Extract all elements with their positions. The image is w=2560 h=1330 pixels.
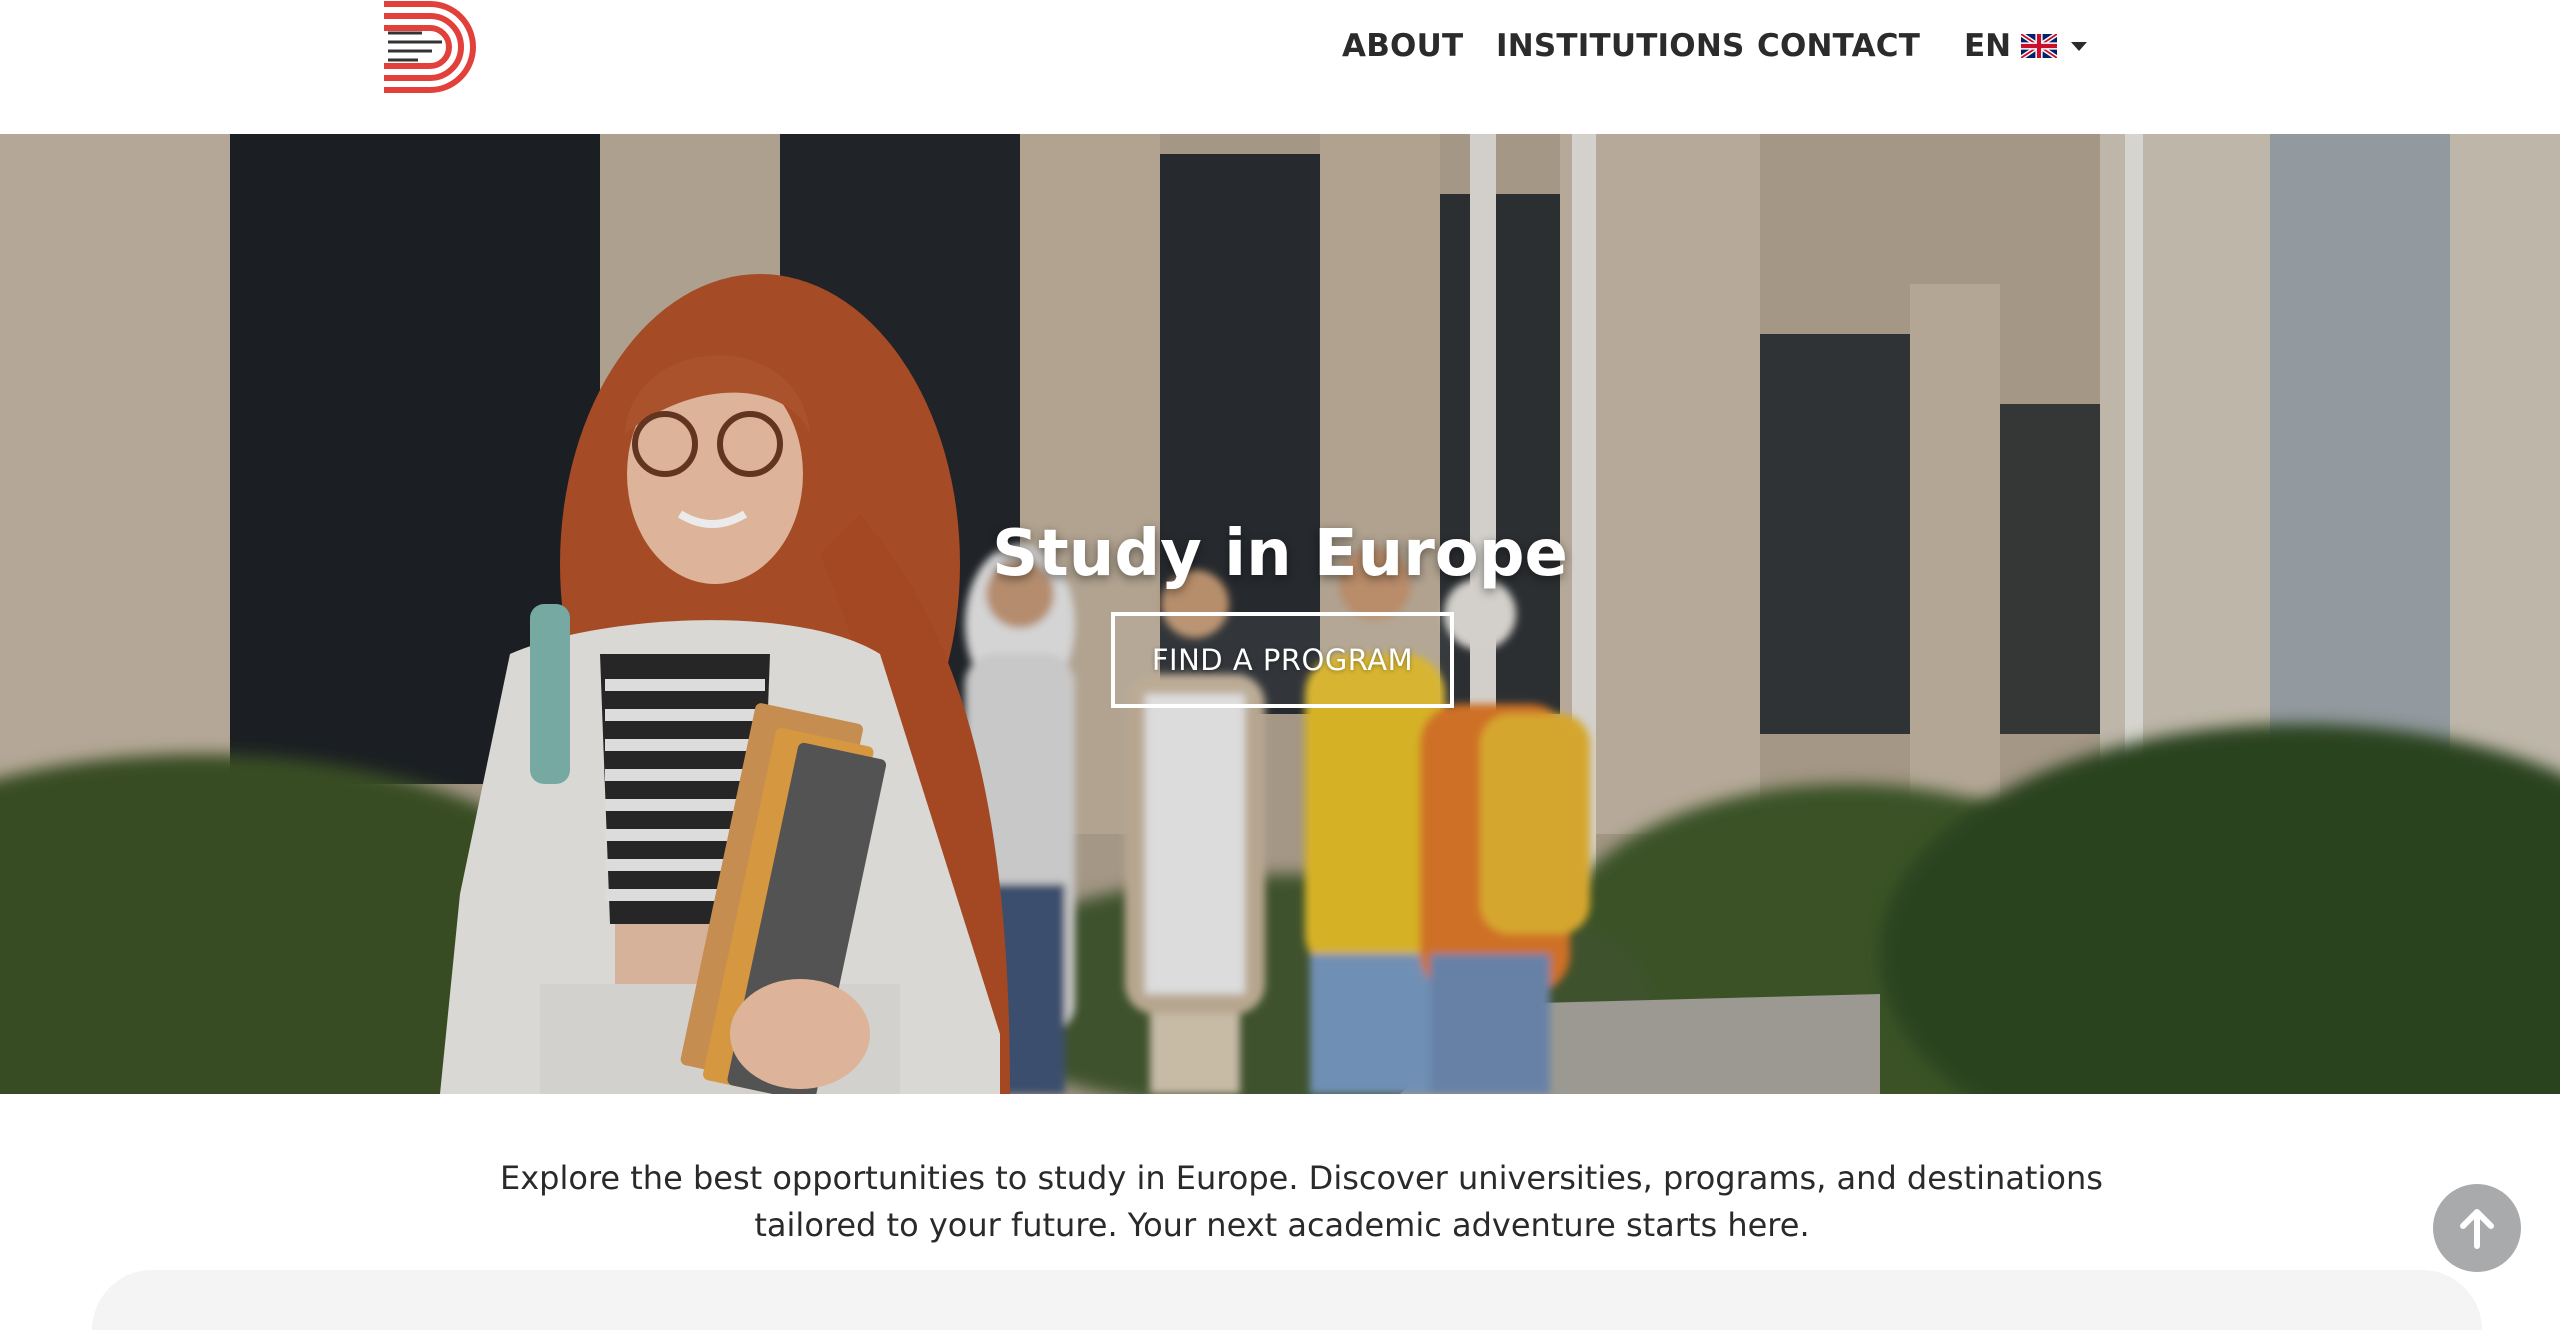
nav-contact-link[interactable]: CONTACT xyxy=(1757,28,1920,64)
site-header: ABOUT INSTITUTIONS CONTACT EN xyxy=(0,0,2560,134)
hero-banner: Study in Europe FIND A PROGRAM xyxy=(0,134,2560,1094)
hero-title: Study in Europe xyxy=(992,517,1568,591)
uk-flag-icon xyxy=(2021,34,2058,58)
arrow-up-icon xyxy=(2460,1209,2494,1249)
brand-logo[interactable] xyxy=(382,0,488,94)
nav-institutions-link[interactable]: INSTITUTIONS xyxy=(1496,28,1745,64)
intro-text: Explore the best opportunities to study … xyxy=(500,1155,2103,1249)
nav-item-institutions[interactable]: INSTITUTIONS xyxy=(1496,22,1745,70)
language-code: EN xyxy=(1964,28,2012,64)
nav-about-link[interactable]: ABOUT xyxy=(1342,28,1463,64)
language-selector[interactable]: EN xyxy=(1964,22,2088,70)
nav-item-about[interactable]: ABOUT xyxy=(1342,22,1463,70)
intro-line-1: Explore the best opportunities to study … xyxy=(500,1159,2103,1197)
find-program-button[interactable]: FIND A PROGRAM xyxy=(1111,612,1454,708)
scroll-to-top-button[interactable] xyxy=(2433,1184,2521,1272)
chevron-down-icon xyxy=(2071,41,2088,51)
nav-item-contact[interactable]: CONTACT xyxy=(1757,22,1920,70)
intro-line-2: tailored to your future. Your next acade… xyxy=(754,1206,1810,1244)
content-card-top xyxy=(92,1270,2482,1330)
logo-mark-icon xyxy=(384,1,476,93)
